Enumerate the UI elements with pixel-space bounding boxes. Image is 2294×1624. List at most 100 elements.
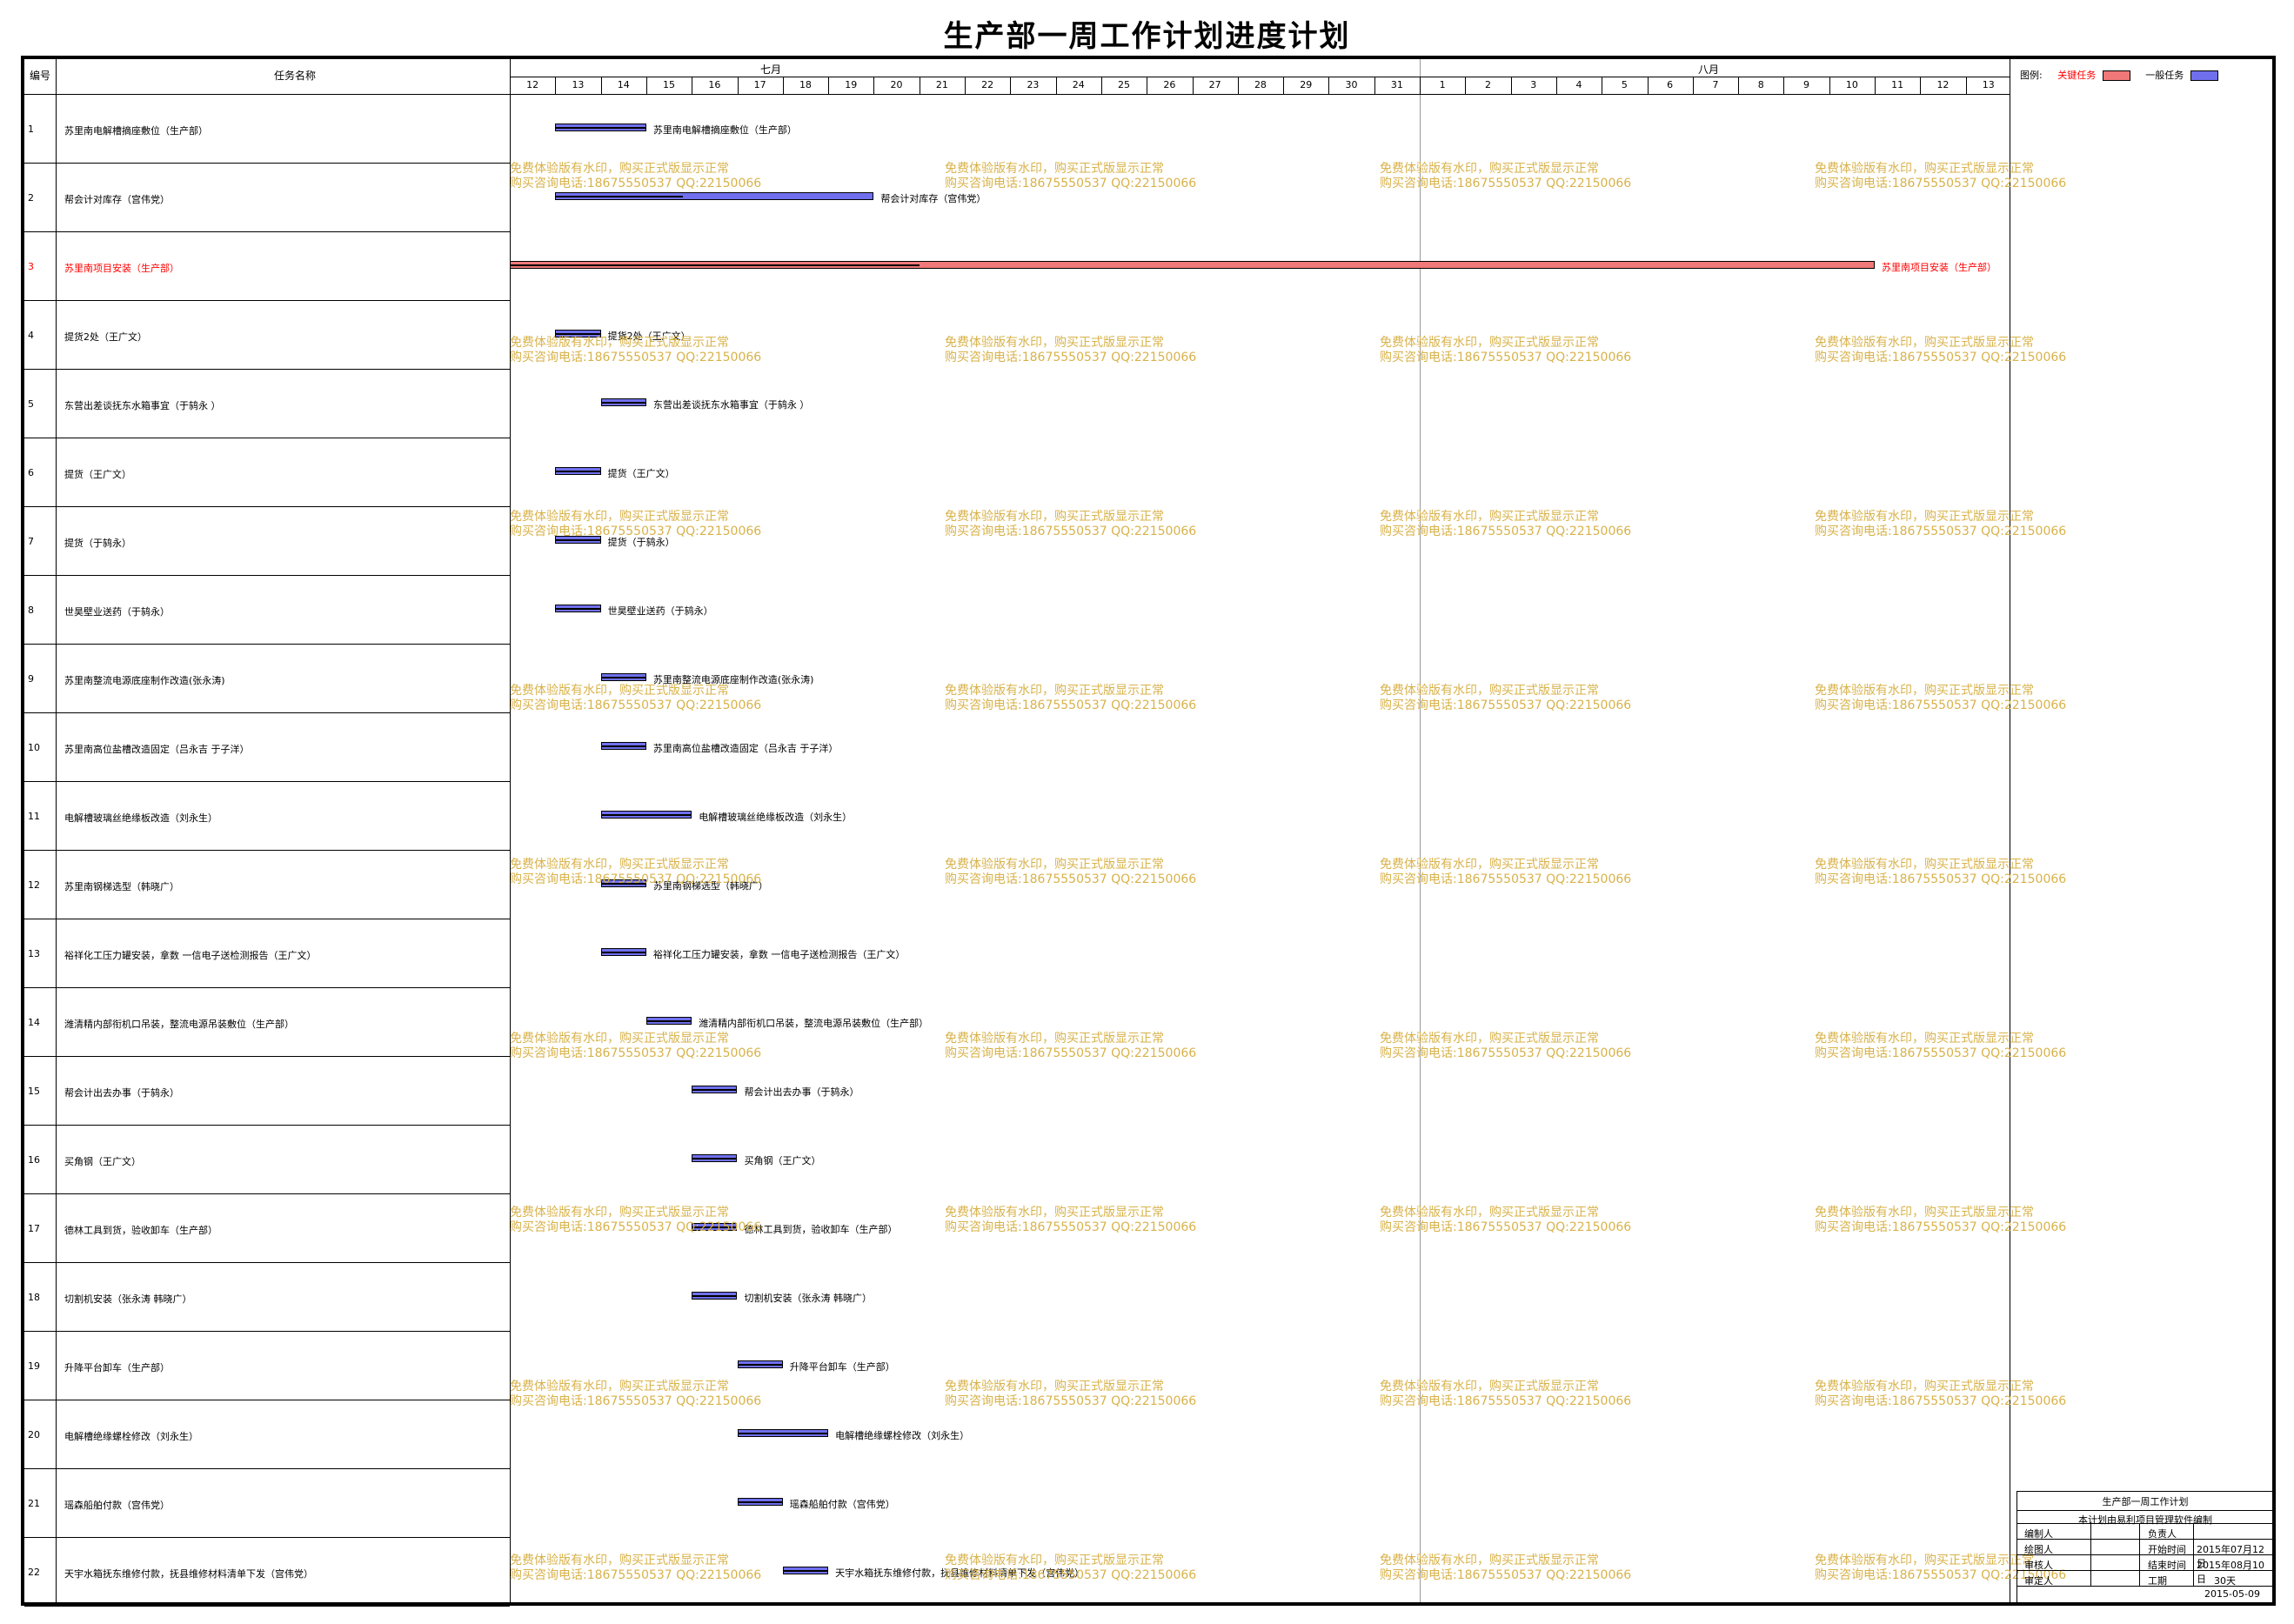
task-bar <box>692 1223 738 1231</box>
watermark-line1: 免费体验版有水印，购买正式版显示正常 <box>1380 162 1599 176</box>
watermark-line1: 免费体验版有水印，购买正式版显示正常 <box>1380 1206 1599 1220</box>
task-bar-label: 瑶森船舶付款（宫伟党） <box>789 1499 895 1510</box>
day-label: 8 <box>1757 79 1764 90</box>
task-bar-label: 苏里南钢梯选型（韩晓广） <box>652 880 768 892</box>
watermark-line2: 购买咨询电话:18675550537 QQ:22150066 <box>1815 525 2067 538</box>
watermark: 免费体验版有水印，购买正式版显示正常 购买咨询电话:18675550537 QQ:… <box>1815 510 2066 539</box>
day-label: 10 <box>1845 79 1858 90</box>
task-progress <box>601 402 645 404</box>
watermark-line2: 购买咨询电话:18675550537 QQ:22150066 <box>1815 1046 2067 1060</box>
title-block-title: 生产部一周工作计划 <box>2102 1496 2189 1507</box>
day-label: 14 <box>617 79 630 90</box>
task-name: 瑶森船舶付款（宫伟党） <box>64 1500 170 1511</box>
tb-approver-label: 审定人 <box>2024 1575 2053 1587</box>
task-name: 提货2处（王广文） <box>64 331 147 343</box>
day-label: 9 <box>1803 79 1810 90</box>
watermark: 免费体验版有水印，购买正式版显示正常 购买咨询电话:18675550537 QQ:… <box>945 1206 1196 1235</box>
day-label: 3 <box>1530 79 1537 90</box>
task-bar <box>600 948 646 956</box>
row-divider <box>24 1606 510 1607</box>
task-bar-label: 提货2处（王广文） <box>607 331 691 342</box>
watermark-line2: 购买咨询电话:18675550537 QQ:22150066 <box>1815 177 2067 190</box>
task-number: 17 <box>28 1223 40 1234</box>
task-name: 天宇水箱抚东维修付款，抚县维修材料清单下发（宫伟党） <box>64 1568 313 1580</box>
day-label: 2 <box>1484 79 1491 90</box>
day-label: 18 <box>799 79 812 90</box>
watermark: 免费体验版有水印，购买正式版显示正常 购买咨询电话:18675550537 QQ:… <box>1380 684 1631 713</box>
task-bar-label: 升降平台卸车（生产部） <box>789 1361 895 1373</box>
task-bar <box>600 398 646 406</box>
task-number: 20 <box>28 1429 40 1440</box>
row-divider <box>24 506 510 507</box>
task-progress <box>783 1570 828 1572</box>
watermark: 免费体验版有水印，购买正式版显示正常 购买咨询电话:18675550537 QQ:… <box>945 1380 1196 1409</box>
watermark: 免费体验版有水印，购买正式版显示正常 购买咨询电话:18675550537 QQ:… <box>945 510 1196 539</box>
day-label: 23 <box>1027 79 1040 90</box>
task-name: 苏里南项目安装（生产部） <box>64 263 179 274</box>
watermark: 免费体验版有水印，购买正式版显示正常 购买咨询电话:18675550537 QQ:… <box>1380 1032 1631 1061</box>
task-progress <box>601 952 645 953</box>
day-label: 30 <box>1345 79 1358 90</box>
watermark: 免费体验版有水印，购买正式版显示正常 购买咨询电话:18675550537 QQ:… <box>945 858 1196 887</box>
tb-date: 2015-05-09 <box>2204 1588 2260 1600</box>
task-number: 8 <box>28 605 34 616</box>
watermark-line2: 购买咨询电话:18675550537 QQ:22150066 <box>1380 1220 1632 1234</box>
row-divider <box>24 575 510 576</box>
task-progress <box>511 264 920 266</box>
watermark-line1: 免费体验版有水印，购买正式版显示正常 <box>510 1032 729 1046</box>
task-bar-label: 裕祥化工压力罐安装，拿数 一信电子送检测报告（王广文） <box>652 949 906 960</box>
task-name: 提货（于鸫永） <box>64 538 131 549</box>
task-number: 18 <box>28 1292 40 1303</box>
watermark-line1: 免费体验版有水印，购买正式版显示正常 <box>945 1032 1164 1046</box>
tb-start-label: 开始时间 <box>2148 1544 2186 1555</box>
task-bar <box>555 124 646 131</box>
task-number: 12 <box>28 879 40 891</box>
column-header-task-name: 任务名称 <box>273 70 316 82</box>
watermark: 免费体验版有水印，购买正式版显示正常 购买咨询电话:18675550537 QQ:… <box>510 1554 761 1583</box>
task-progress <box>692 1089 737 1091</box>
task-number: 3 <box>28 261 34 272</box>
watermark-line1: 免费体验版有水印，购买正式版显示正常 <box>945 510 1164 524</box>
watermark-line1: 免费体验版有水印，购买正式版显示正常 <box>945 1206 1164 1220</box>
row-divider <box>24 231 510 232</box>
task-bar <box>600 742 646 750</box>
task-progress <box>738 1501 782 1503</box>
watermark-line2: 购买咨询电话:18675550537 QQ:22150066 <box>1815 1220 2067 1234</box>
watermark-line1: 免费体验版有水印，购买正式版显示正常 <box>510 1380 729 1393</box>
watermark-line2: 购买咨询电话:18675550537 QQ:22150066 <box>945 1046 1197 1060</box>
task-number: 10 <box>28 742 40 753</box>
day-label: 6 <box>1667 79 1674 90</box>
watermark: 免费体验版有水印，购买正式版显示正常 购买咨询电话:18675550537 QQ:… <box>1815 684 2066 713</box>
watermark-line2: 购买咨询电话:18675550537 QQ:22150066 <box>945 177 1197 190</box>
task-bar-label: 苏里南整流电源底座制作改造(张永涛) <box>652 674 814 685</box>
task-number: 5 <box>28 398 34 410</box>
watermark-line1: 免费体验版有水印，购买正式版显示正常 <box>1380 858 1599 872</box>
watermark-line1: 免费体验版有水印，购买正式版显示正常 <box>945 336 1164 350</box>
row-divider <box>24 1125 510 1126</box>
watermark: 免费体验版有水印，购买正式版显示正常 购买咨询电话:18675550537 QQ:… <box>1380 336 1631 365</box>
row-divider <box>24 1468 510 1469</box>
task-bar <box>737 1360 783 1368</box>
task-bar-label: 提货（王广文） <box>607 468 675 479</box>
task-bar <box>555 192 874 200</box>
watermark-line2: 购买咨询电话:18675550537 QQ:22150066 <box>510 1568 762 1582</box>
watermark: 免费体验版有水印，购买正式版显示正常 购买咨询电话:18675550537 QQ:… <box>1815 1380 2066 1409</box>
row-divider <box>24 644 510 645</box>
column-header-no: 编号 <box>29 70 50 82</box>
watermark-line1: 免费体验版有水印，购买正式版显示正常 <box>510 1206 729 1220</box>
task-bar-label: 天宇水箱抚东维修付款，抚县维修材料清单下发（宫伟党） <box>835 1567 1085 1579</box>
day-label: 20 <box>890 79 903 90</box>
row-divider <box>24 1537 510 1538</box>
task-bar <box>555 605 601 612</box>
task-bar-label: 世昊壁业送药（于鸫永） <box>607 605 713 617</box>
task-bar-label: 东营出差谈抚东水箱事宜（于鸫永 ） <box>652 399 810 411</box>
task-number: 13 <box>28 948 40 959</box>
day-label: 21 <box>935 79 948 90</box>
legend-normal-label: 一般任务 <box>2145 70 2184 81</box>
task-bar <box>782 1567 829 1574</box>
task-number: 14 <box>28 1017 40 1028</box>
watermark: 免费体验版有水印，购买正式版显示正常 购买咨询电话:18675550537 QQ:… <box>945 162 1196 191</box>
watermark-line1: 免费体验版有水印，购买正式版显示正常 <box>1815 1032 2034 1046</box>
watermark-line2: 购买咨询电话:18675550537 QQ:22150066 <box>1815 872 2067 886</box>
watermark-line2: 购买咨询电话:18675550537 QQ:22150066 <box>1815 698 2067 712</box>
